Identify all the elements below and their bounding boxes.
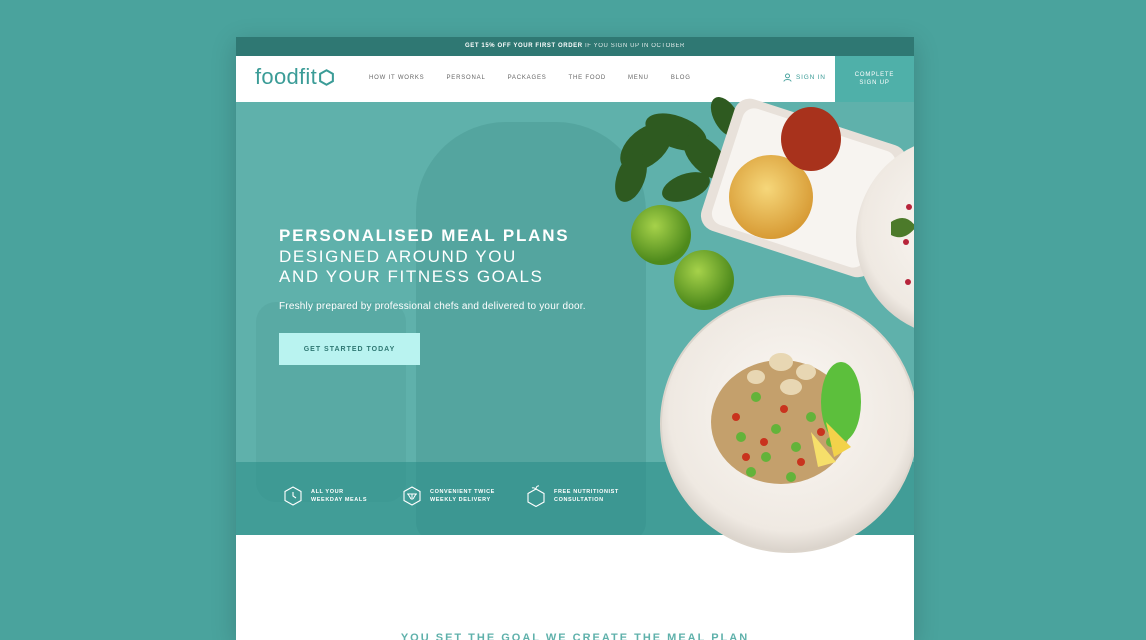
features-strip: ALL YOUR WEEKDAY MEALS CONVENIENT TWICE WE… (236, 462, 914, 535)
section-title: YOU SET THE GOAL WE CREATE THE MEAL PLAN (400, 632, 750, 640)
nav-blog[interactable]: BLOG (671, 75, 691, 81)
nav-packages[interactable]: PACKAGES (508, 75, 547, 81)
feature-1-line2: WEEKDAY MEALS (311, 497, 368, 503)
nav-personal[interactable]: PERSONAL (447, 75, 486, 81)
sign-in-link[interactable]: SIGN IN (783, 73, 826, 82)
hero-subtitle-line1: DESIGNED AROUND YOU (279, 247, 517, 266)
promo-bar[interactable]: GET 15% OFF YOUR FIRST ORDER IF YOU SIGN… (236, 37, 914, 56)
apple-icon (526, 485, 546, 507)
nav-menu[interactable]: MENU (628, 75, 649, 81)
nav-the-food[interactable]: THE FOOD (569, 75, 606, 81)
promo-text: IF YOU SIGN UP IN OCTOBER (584, 43, 685, 49)
sign-in-label: SIGN IN (796, 74, 826, 81)
feature-3-line2: CONSULTATION (554, 497, 604, 503)
nav-how-it-works[interactable]: HOW IT WORKS (369, 75, 425, 81)
feature-nutritionist: FREE NUTRITIONIST CONSULTATION (526, 485, 619, 507)
hexagon-logo-icon (319, 68, 334, 86)
logo-text: foodfit (255, 64, 318, 89)
hero-subtitle-line2: AND YOUR FITNESS GOALS (279, 267, 544, 286)
feature-1-line1: ALL YOUR (311, 489, 344, 495)
get-started-button[interactable]: GET STARTED TODAY (279, 333, 420, 365)
hero-title: PERSONALISED MEAL PLANS (279, 226, 570, 245)
complete-sign-up-button[interactable]: COMPLETE SIGN UP (835, 56, 914, 102)
navbar: foodfit HOW IT WORKS PERSONAL PACKAGES T… (236, 56, 914, 102)
promo-highlight: GET 15% OFF YOUR FIRST ORDER (464, 43, 583, 49)
logo[interactable]: foodfit (255, 64, 335, 90)
clock-icon (283, 486, 303, 506)
sign-up-line2: SIGN UP (859, 80, 890, 86)
delivery-icon (402, 486, 422, 506)
user-icon (783, 73, 792, 82)
hero-description: Freshly prepared by professional chefs a… (279, 301, 586, 312)
sign-up-line1: COMPLETE (854, 72, 895, 78)
feature-3-line1: FREE NUTRITIONIST (554, 489, 619, 495)
feature-delivery: CONVENIENT TWICE WEEKLY DELIVERY (402, 486, 495, 506)
feature-2-line1: CONVENIENT TWICE (430, 489, 495, 495)
feature-2-line2: WEEKLY DELIVERY (430, 497, 491, 503)
feature-weekday-meals: ALL YOUR WEEKDAY MEALS (283, 486, 367, 506)
main-menu: HOW IT WORKS PERSONAL PACKAGES THE FOOD … (369, 75, 713, 81)
hero-subtitle: DESIGNED AROUND YOU AND YOUR FITNESS GOA… (279, 247, 543, 287)
website-page: GET 15% OFF YOUR FIRST ORDER IF YOU SIGN… (236, 37, 914, 640)
hero-section: PERSONALISED MEAL PLANS DESIGNED AROUND … (236, 102, 914, 535)
